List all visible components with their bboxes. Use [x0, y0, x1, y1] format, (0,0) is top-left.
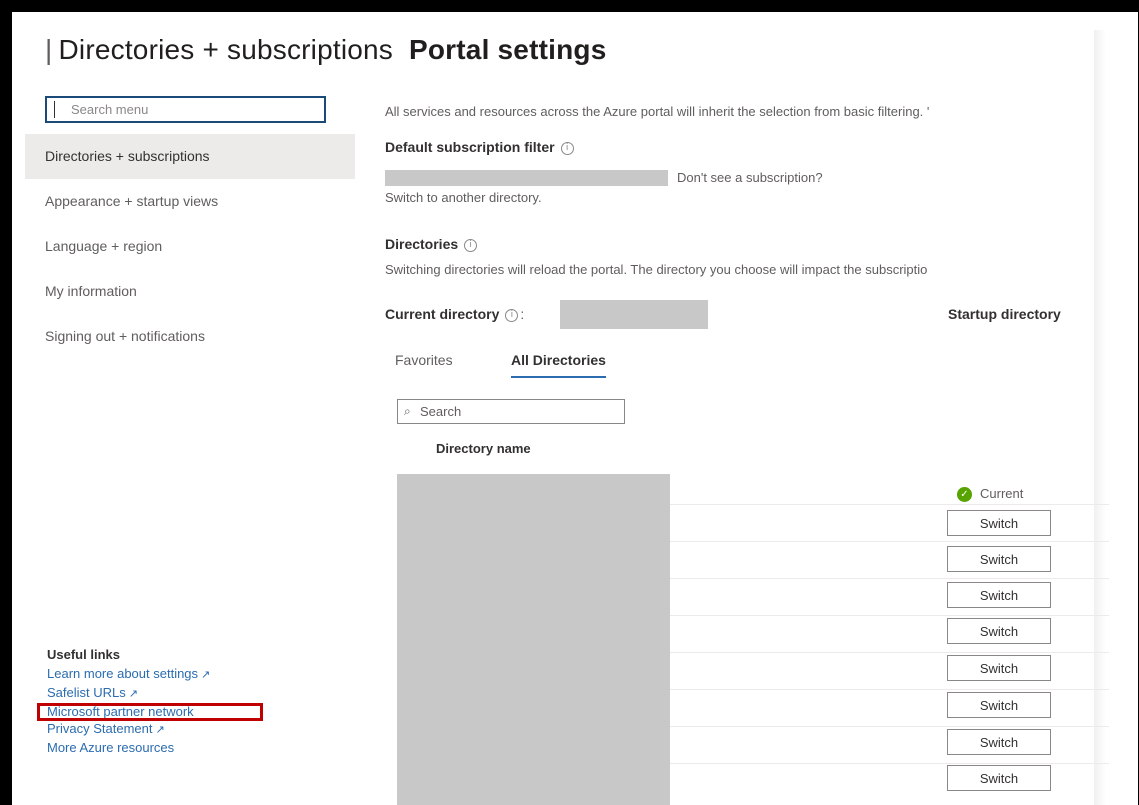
link-privacy-statement-label: Privacy Statement	[47, 721, 153, 736]
switch-button[interactable]: Switch	[947, 729, 1051, 755]
default-filter-title-label: Default subscription filter	[385, 139, 555, 155]
current-directory-colon: :	[520, 306, 525, 322]
nav-item-signing-out-notifications[interactable]: Signing out + notifications	[25, 314, 355, 359]
page-title: Portal settings | Directories + subscripti…	[39, 34, 606, 66]
useful-links-title: Useful links	[47, 647, 120, 662]
settings-nav: Directories + subscriptions Appearance +…	[25, 134, 355, 359]
link-privacy-statement[interactable]: Privacy Statement ↗	[47, 720, 307, 739]
useful-links: Useful links Learn more about settings ↗ …	[47, 647, 307, 756]
startup-directory-label: Startup directory	[948, 306, 1061, 322]
search-icon: ⌕	[404, 404, 411, 418]
current-directory-label: Current directory i:	[385, 306, 524, 322]
external-link-icon: ↗	[155, 724, 165, 736]
highlight-annotation-box	[37, 703, 263, 721]
current-status: ✓ Current	[957, 486, 1024, 503]
link-safelist-urls-label: Safelist URLs	[47, 685, 126, 700]
checkmark-icon: ✓	[957, 487, 972, 503]
switch-button[interactable]: Switch	[947, 765, 1051, 791]
column-header-directory-name: Directory name	[436, 441, 531, 456]
external-link-icon: ↗	[128, 688, 138, 700]
page-title-sub: Directories + subscriptions	[58, 34, 394, 65]
switch-button[interactable]: Switch	[947, 582, 1051, 608]
nav-item-directories-subscriptions[interactable]: Directories + subscriptions	[25, 134, 355, 179]
info-icon[interactable]: i	[464, 238, 478, 252]
main-content: All services and resources across the Az…	[382, 12, 1138, 805]
current-directory-text: Current directory	[385, 306, 500, 322]
directory-search-input[interactable]	[398, 400, 624, 423]
switch-button[interactable]: Switch	[947, 692, 1051, 718]
link-safelist-urls[interactable]: Safelist URLs ↗	[47, 684, 307, 703]
nav-item-language-region[interactable]: Language + region	[25, 224, 355, 269]
nav-item-my-information[interactable]: My information	[25, 269, 355, 314]
directories-description: Switching directories will reload the po…	[385, 262, 928, 277]
redacted-current-directory	[560, 300, 708, 329]
portal-settings-panel: Portal settings | Directories + subscripti…	[12, 12, 1138, 805]
switch-directory-text: Switch to another directory.	[385, 190, 542, 205]
dont-see-subscription-text: Don't see a subscription?	[677, 170, 823, 185]
tab-all-directories[interactable]: All Directories	[511, 352, 606, 378]
directories-title: Directories i	[385, 236, 478, 252]
directories-title-label: Directories	[385, 236, 459, 252]
switch-button[interactable]: Switch	[947, 655, 1051, 681]
directory-search-box[interactable]: ⌕	[397, 399, 625, 424]
search-menu-input[interactable]	[47, 98, 324, 121]
text-caret	[54, 101, 55, 118]
nav-item-appearance-startup-views[interactable]: Appearance + startup views	[25, 179, 355, 224]
redacted-subscription	[385, 170, 668, 186]
redacted-directory-names	[397, 474, 670, 805]
page-title-separator: |	[45, 34, 53, 65]
link-learn-more-settings-label: Learn more about settings	[47, 666, 199, 681]
info-icon[interactable]: i	[560, 141, 574, 155]
external-link-icon: ↗	[201, 669, 211, 681]
link-learn-more-settings[interactable]: Learn more about settings ↗	[47, 665, 307, 684]
link-more-azure-resources[interactable]: More Azure resources	[47, 739, 307, 756]
current-status-label: Current	[980, 486, 1024, 501]
switch-button[interactable]: Switch	[947, 546, 1051, 572]
intro-text: All services and resources across the Az…	[385, 104, 930, 119]
default-filter-title: Default subscription filter i	[385, 139, 574, 155]
search-menu-box[interactable]	[45, 96, 326, 123]
switch-button[interactable]: Switch	[947, 510, 1051, 536]
tab-favorites[interactable]: Favorites	[395, 352, 453, 376]
switch-button[interactable]: Switch	[947, 618, 1051, 644]
info-icon[interactable]: i	[505, 308, 519, 322]
